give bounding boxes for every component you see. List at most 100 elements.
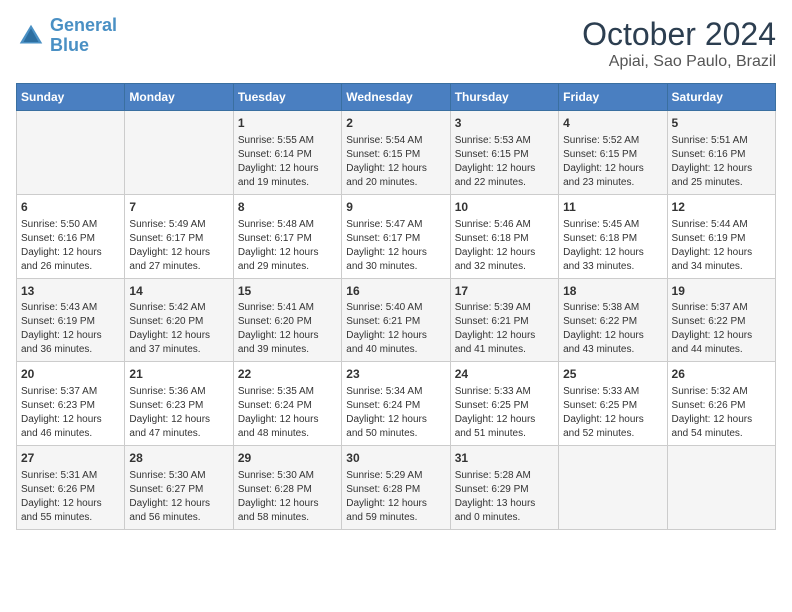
cell-content: Sunrise: 5:31 AMSunset: 6:26 PMDaylight:…	[21, 469, 120, 525]
calendar-cell: 20Sunrise: 5:37 AMSunset: 6:23 PMDayligh…	[17, 362, 125, 446]
day-number: 15	[238, 283, 337, 300]
cell-content: Sunrise: 5:37 AMSunset: 6:23 PMDaylight:…	[21, 385, 120, 441]
cell-content: Sunrise: 5:36 AMSunset: 6:23 PMDaylight:…	[129, 385, 228, 441]
calendar-cell: 4Sunrise: 5:52 AMSunset: 6:15 PMDaylight…	[559, 111, 667, 195]
cell-content: Sunrise: 5:33 AMSunset: 6:25 PMDaylight:…	[455, 385, 554, 441]
cell-content: Sunrise: 5:37 AMSunset: 6:22 PMDaylight:…	[672, 301, 771, 357]
calendar-cell	[559, 446, 667, 530]
cell-content: Sunrise: 5:44 AMSunset: 6:19 PMDaylight:…	[672, 218, 771, 274]
location-title: Apiai, Sao Paulo, Brazil	[582, 53, 776, 71]
day-number: 25	[563, 366, 662, 383]
day-number: 8	[238, 199, 337, 216]
calendar-cell	[125, 111, 233, 195]
day-number: 17	[455, 283, 554, 300]
calendar-cell	[667, 446, 775, 530]
calendar-week-4: 20Sunrise: 5:37 AMSunset: 6:23 PMDayligh…	[17, 362, 776, 446]
calendar-cell: 10 Sunrise: 5:46 AMSunset: 6:18 PMDayligh…	[450, 194, 558, 278]
day-number: 11	[563, 199, 662, 216]
cell-content: Sunrise: 5:48 AMSunset: 6:17 PMDaylight:…	[238, 218, 337, 274]
title-block: October 2024 Apiai, Sao Paulo, Brazil	[582, 16, 776, 71]
calendar-header-row: SundayMondayTuesdayWednesdayThursdayFrid…	[17, 84, 776, 111]
day-number: 9	[346, 199, 445, 216]
day-header-tuesday: Tuesday	[233, 84, 341, 111]
calendar-cell: 28Sunrise: 5:30 AMSunset: 6:27 PMDayligh…	[125, 446, 233, 530]
calendar-cell: 11Sunrise: 5:45 AMSunset: 6:18 PMDayligh…	[559, 194, 667, 278]
cell-content: Sunrise: 5:52 AMSunset: 6:15 PMDaylight:…	[563, 134, 662, 190]
cell-content: Sunrise: 5:46 AMSunset: 6:18 PMDaylight:…	[455, 218, 554, 274]
month-title: October 2024	[582, 16, 776, 53]
calendar-cell: 3Sunrise: 5:53 AMSunset: 6:15 PMDaylight…	[450, 111, 558, 195]
calendar-cell: 21 Sunrise: 5:36 AMSunset: 6:23 PMDayligh…	[125, 362, 233, 446]
calendar-cell: 1Sunrise: 5:55 AMSunset: 6:14 PMDaylight…	[233, 111, 341, 195]
calendar-cell: 8 Sunrise: 5:48 AMSunset: 6:17 PMDaylight…	[233, 194, 341, 278]
cell-content: Sunrise: 5:32 AMSunset: 6:26 PMDaylight:…	[672, 385, 771, 441]
day-number: 10	[455, 199, 554, 216]
cell-content: Sunrise: 5:53 AMSunset: 6:15 PMDaylight:…	[455, 134, 554, 190]
calendar-cell: 25 Sunrise: 5:33 AMSunset: 6:25 PMDayligh…	[559, 362, 667, 446]
day-number: 26	[672, 366, 771, 383]
day-header-monday: Monday	[125, 84, 233, 111]
calendar-cell: 14Sunrise: 5:42 AMSunset: 6:20 PMDayligh…	[125, 278, 233, 362]
calendar-week-2: 6Sunrise: 5:50 AMSunset: 6:16 PMDaylight…	[17, 194, 776, 278]
calendar-week-3: 13Sunrise: 5:43 AMSunset: 6:19 PMDayligh…	[17, 278, 776, 362]
calendar-cell: 26 Sunrise: 5:32 AMSunset: 6:26 PMDayligh…	[667, 362, 775, 446]
cell-content: Sunrise: 5:50 AMSunset: 6:16 PMDaylight:…	[21, 218, 120, 274]
day-number: 5	[672, 115, 771, 132]
day-number: 16	[346, 283, 445, 300]
cell-content: Sunrise: 5:34 AMSunset: 6:24 PMDaylight:…	[346, 385, 445, 441]
day-number: 22	[238, 366, 337, 383]
day-number: 14	[129, 283, 228, 300]
calendar-cell: 29Sunrise: 5:30 AMSunset: 6:28 PMDayligh…	[233, 446, 341, 530]
cell-content: Sunrise: 5:30 AMSunset: 6:27 PMDaylight:…	[129, 469, 228, 525]
cell-content: Sunrise: 5:35 AMSunset: 6:24 PMDaylight:…	[238, 385, 337, 441]
cell-content: Sunrise: 5:40 AMSunset: 6:21 PMDaylight:…	[346, 301, 445, 357]
cell-content: Sunrise: 5:39 AMSunset: 6:21 PMDaylight:…	[455, 301, 554, 357]
day-number: 12	[672, 199, 771, 216]
logo: General Blue	[16, 16, 117, 56]
calendar-week-5: 27Sunrise: 5:31 AMSunset: 6:26 PMDayligh…	[17, 446, 776, 530]
page-header: General Blue October 2024 Apiai, Sao Pau…	[16, 16, 776, 71]
day-header-saturday: Saturday	[667, 84, 775, 111]
calendar-table: SundayMondayTuesdayWednesdayThursdayFrid…	[16, 83, 776, 530]
day-number: 31	[455, 450, 554, 467]
day-header-wednesday: Wednesday	[342, 84, 450, 111]
day-number: 13	[21, 283, 120, 300]
logo-line2: Blue	[50, 35, 89, 55]
day-header-friday: Friday	[559, 84, 667, 111]
calendar-cell: 17Sunrise: 5:39 AMSunset: 6:21 PMDayligh…	[450, 278, 558, 362]
calendar-cell: 5Sunrise: 5:51 AMSunset: 6:16 PMDaylight…	[667, 111, 775, 195]
cell-content: Sunrise: 5:49 AMSunset: 6:17 PMDaylight:…	[129, 218, 228, 274]
calendar-week-1: 1Sunrise: 5:55 AMSunset: 6:14 PMDaylight…	[17, 111, 776, 195]
calendar-cell: 18Sunrise: 5:38 AMSunset: 6:22 PMDayligh…	[559, 278, 667, 362]
calendar-cell: 15Sunrise: 5:41 AMSunset: 6:20 PMDayligh…	[233, 278, 341, 362]
calendar-cell: 2 Sunrise: 5:54 AMSunset: 6:15 PMDaylight…	[342, 111, 450, 195]
day-number: 30	[346, 450, 445, 467]
calendar-cell: 16Sunrise: 5:40 AMSunset: 6:21 PMDayligh…	[342, 278, 450, 362]
calendar-cell: 27Sunrise: 5:31 AMSunset: 6:26 PMDayligh…	[17, 446, 125, 530]
day-number: 19	[672, 283, 771, 300]
calendar-cell: 23Sunrise: 5:34 AMSunset: 6:24 PMDayligh…	[342, 362, 450, 446]
day-number: 1	[238, 115, 337, 132]
day-number: 18	[563, 283, 662, 300]
day-number: 2	[346, 115, 445, 132]
cell-content: Sunrise: 5:54 AMSunset: 6:15 PMDaylight:…	[346, 134, 445, 190]
calendar-cell: 9Sunrise: 5:47 AMSunset: 6:17 PMDaylight…	[342, 194, 450, 278]
calendar-cell: 31 Sunrise: 5:28 AMSunset: 6:29 PMDayligh…	[450, 446, 558, 530]
logo-line1: General	[50, 15, 117, 35]
cell-content: Sunrise: 5:30 AMSunset: 6:28 PMDaylight:…	[238, 469, 337, 525]
calendar-cell: 24 Sunrise: 5:33 AMSunset: 6:25 PMDayligh…	[450, 362, 558, 446]
day-number: 24	[455, 366, 554, 383]
cell-content: Sunrise: 5:41 AMSunset: 6:20 PMDaylight:…	[238, 301, 337, 357]
cell-content: Sunrise: 5:42 AMSunset: 6:20 PMDaylight:…	[129, 301, 228, 357]
cell-content: Sunrise: 5:43 AMSunset: 6:19 PMDaylight:…	[21, 301, 120, 357]
calendar-cell: 7Sunrise: 5:49 AMSunset: 6:17 PMDaylight…	[125, 194, 233, 278]
cell-content: Sunrise: 5:33 AMSunset: 6:25 PMDaylight:…	[563, 385, 662, 441]
calendar-cell: 22 Sunrise: 5:35 AMSunset: 6:24 PMDayligh…	[233, 362, 341, 446]
day-header-sunday: Sunday	[17, 84, 125, 111]
day-header-thursday: Thursday	[450, 84, 558, 111]
day-number: 21	[129, 366, 228, 383]
logo-text: General Blue	[50, 16, 117, 56]
cell-content: Sunrise: 5:28 AMSunset: 6:29 PMDaylight:…	[455, 469, 554, 525]
cell-content: Sunrise: 5:38 AMSunset: 6:22 PMDaylight:…	[563, 301, 662, 357]
calendar-cell	[17, 111, 125, 195]
